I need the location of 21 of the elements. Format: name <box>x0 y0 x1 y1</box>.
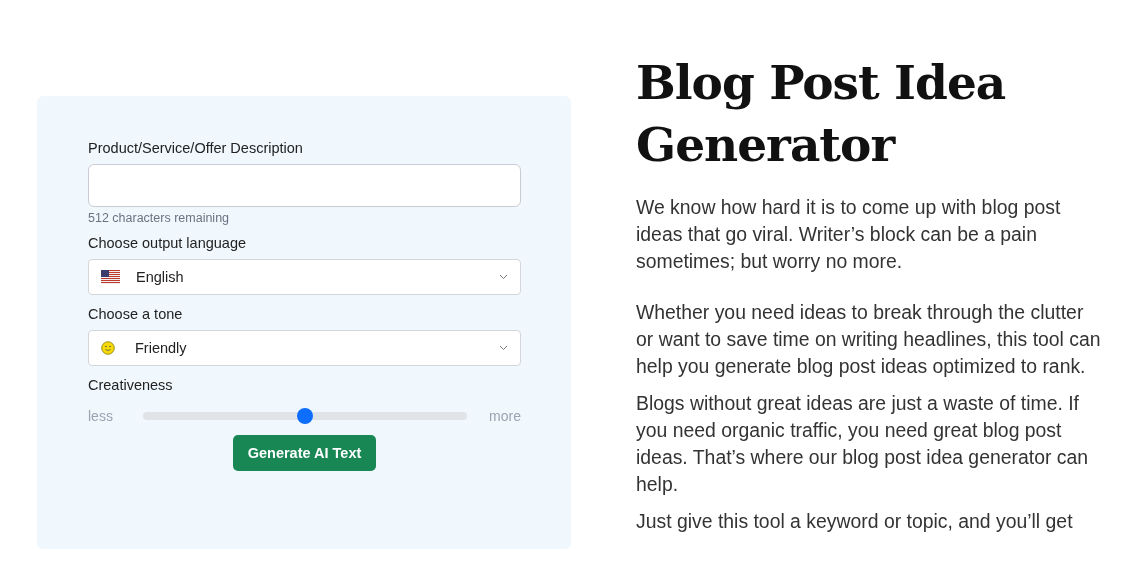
paragraph: Whether you need ideas to break through the clutter or want to save time on writing headlines, this tool can help you generate blog post ideas optimized to rank. <box>636 300 1101 379</box>
field-label: Product/Service/Offer Description <box>88 140 304 156</box>
field-label: Choose output language <box>88 235 248 251</box>
generate-button[interactable]: Generate AI Text <box>232 435 377 471</box>
paragraph: We know how hard it is to come up with blog post ideas that go viral. Writer’s block can be a pain sometimes; but worry no more. <box>636 195 1062 274</box>
flag-icon <box>101 270 120 284</box>
page-title: Blog Post Idea Generator <box>636 54 1007 174</box>
chevron-down-icon <box>499 274 508 280</box>
description-field[interactable] <box>88 164 521 207</box>
smiley-icon <box>101 341 115 355</box>
chevron-down-icon <box>499 345 508 351</box>
slider-max-label: more <box>489 408 521 424</box>
field-label: Choose a tone <box>88 306 184 322</box>
character-counter: 512 characters remaining <box>88 211 231 225</box>
paragraph: Just give this tool a keyword or topic, and you’ll get <box>636 509 1074 534</box>
paragraph: Blogs without great ideas are just a waste of time. If you need organic traffic, you need great blog post ideas. That’s where our blog post idea generator can help. <box>636 391 1090 497</box>
language-select[interactable]: English <box>88 259 521 295</box>
slider-min-label: less <box>88 408 113 424</box>
field-label: Creativeness <box>88 377 174 393</box>
slider-thumb[interactable] <box>297 408 313 424</box>
tone-select[interactable]: Friendly <box>88 330 521 366</box>
